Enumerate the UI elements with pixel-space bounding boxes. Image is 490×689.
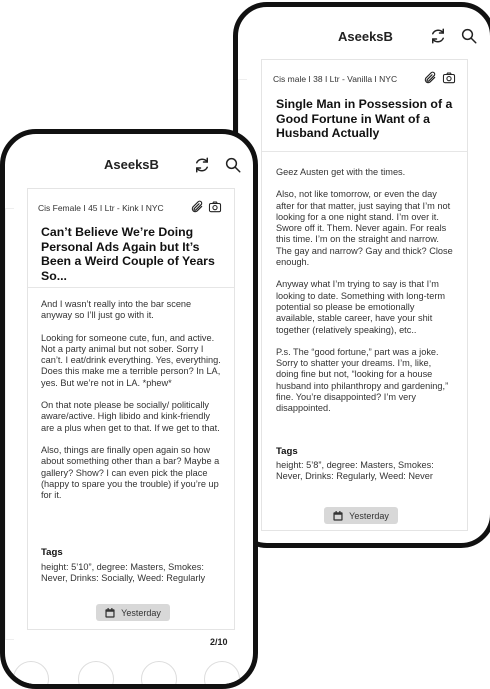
search-icon[interactable] — [224, 156, 242, 174]
front-phone: AseeksB Cis Female I 45 I Ltr - Kink I N… — [0, 129, 258, 689]
time-label: Yesterday — [349, 510, 389, 521]
paperclip-icon[interactable] — [190, 200, 204, 214]
nav-button[interactable] — [204, 661, 240, 684]
calendar-icon — [105, 607, 115, 618]
app-title: AseeksB — [338, 29, 393, 44]
ad-paragraph: P.s. The “good fortune,” part was a joke… — [276, 346, 449, 414]
calendar-icon — [333, 510, 343, 521]
page-indicator: 2/10 — [210, 637, 228, 647]
ad-paragraph: Geez Austen get with the times. — [276, 167, 406, 177]
back-top-bar: AseeksB — [238, 7, 490, 44]
back-phone: AseeksB Cis male I 38 I Ltr - Vanilla I … — [233, 2, 490, 548]
ad-paragraph: Also, not like tomorrow, or even the day… — [276, 189, 453, 268]
camera-icon[interactable] — [442, 71, 456, 85]
app-title: AseeksB — [104, 157, 159, 172]
ad-body: And I wasn’t really into the bar scene a… — [41, 299, 223, 512]
ad-headline: Single Man in Possession of a Good Fortu… — [276, 97, 453, 140]
time-badge: Yesterday — [96, 604, 170, 621]
tags-heading: Tags — [276, 446, 298, 457]
prev-card-edge — [5, 208, 14, 640]
paperclip-icon[interactable] — [423, 71, 437, 85]
time-label: Yesterday — [121, 607, 161, 618]
card-divider — [262, 151, 467, 152]
nav-button[interactable] — [13, 661, 49, 684]
ad-meta: Cis Female I 45 I Ltr - Kink I NYC — [38, 203, 164, 213]
refresh-icon[interactable] — [429, 27, 447, 45]
ad-card[interactable]: Cis Female I 45 I Ltr - Kink I NYC Can’t… — [27, 188, 235, 630]
tags-heading: Tags — [41, 547, 63, 558]
ad-paragraph: And I wasn’t really into the bar scene a… — [41, 299, 192, 321]
camera-icon[interactable] — [208, 200, 222, 214]
ad-paragraph: On that note please be socially/ politic… — [41, 400, 220, 433]
ad-card[interactable]: Cis male I 38 I Ltr - Vanilla I NYC Sing… — [261, 59, 468, 531]
tags-text: height: 5’8”, degree: Masters, Smokes: N… — [276, 460, 434, 482]
card-divider — [28, 287, 234, 288]
ad-paragraph: Also, things are finally open again so h… — [41, 444, 220, 501]
front-top-bar: AseeksB — [5, 134, 253, 173]
refresh-icon[interactable] — [193, 156, 211, 174]
nav-button[interactable] — [78, 661, 114, 684]
time-badge: Yesterday — [324, 507, 398, 524]
ad-paragraph: Looking for someone cute, fun, and activ… — [41, 332, 221, 388]
search-icon[interactable] — [460, 27, 478, 45]
ad-body: Geez Austen get with the times. Also, no… — [276, 167, 454, 426]
ad-meta: Cis male I 38 I Ltr - Vanilla I NYC — [273, 74, 398, 84]
ad-paragraph: Anyway what I’m trying to say is that I’… — [276, 279, 446, 335]
nav-button[interactable] — [141, 661, 177, 684]
ad-headline: Can’t Believe We’re Doing Personal Ads A… — [41, 225, 215, 283]
tags-text: height: 5’10”, degree: Masters, Smokes: … — [41, 562, 206, 584]
